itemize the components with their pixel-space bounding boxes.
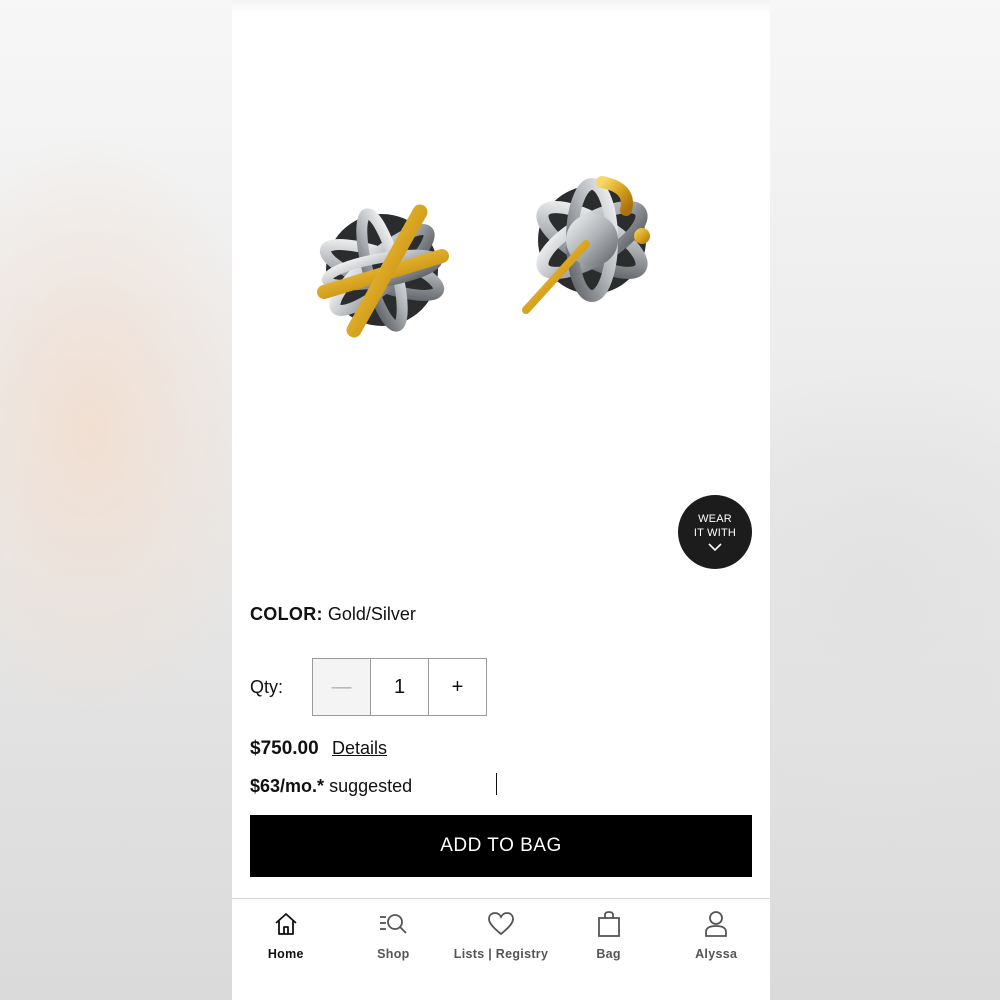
decrement-button[interactable]: — — [313, 659, 371, 715]
wear-it-with-label-line2: IT WITH — [693, 527, 737, 539]
nav-item-shop[interactable]: Shop — [340, 899, 448, 1000]
user-icon — [705, 911, 728, 937]
bag-icon — [597, 911, 620, 937]
nav-item-account[interactable]: Alyssa — [662, 899, 770, 1000]
wear-it-with-button[interactable]: WEAR IT WITH — [678, 495, 752, 569]
product-page: WEAR IT WITH COLOR: Gold/Silver Qty: — 1… — [232, 0, 770, 1000]
monthly-payment: $63/mo.* suggested — [250, 776, 412, 798]
color-value: Gold/Silver — [327, 604, 416, 624]
nav-label-home: Home — [267, 947, 304, 961]
nav-label-account: Alyssa — [695, 947, 738, 961]
color-selection: COLOR: Gold/Silver — [250, 604, 416, 625]
nav-item-home[interactable]: Home — [232, 899, 340, 1000]
product-image — [317, 176, 650, 338]
nav-label-bag: Bag — [596, 947, 621, 961]
add-to-bag-button[interactable]: ADD TO BAG — [250, 815, 752, 877]
home-icon — [275, 913, 297, 935]
text-cursor — [496, 773, 497, 795]
wear-it-with-label-line1: WEAR — [698, 513, 732, 525]
search-list-icon — [380, 914, 408, 934]
monthly-text: suggested — [329, 776, 413, 796]
heart-icon — [488, 912, 514, 936]
nav-label-shop: Shop — [377, 947, 410, 961]
quantity-value[interactable]: 1 — [371, 659, 429, 715]
color-label: COLOR: — [250, 604, 323, 624]
details-link[interactable]: Details — [332, 738, 387, 758]
quantity-stepper: — 1 + — [312, 658, 487, 716]
quantity-row: Qty: — 1 + — [250, 658, 487, 716]
nav-item-bag[interactable]: Bag — [555, 899, 663, 1000]
bottom-nav: Home Shop Lists | Registry Bag Alyssa — [232, 898, 770, 1000]
price-row: $750.00 Details — [250, 738, 387, 760]
monthly-amount: $63/mo.* — [250, 776, 325, 796]
increment-button[interactable]: + — [429, 659, 486, 715]
chevron-down-icon — [708, 543, 722, 552]
nav-label-lists-registry: Lists | Registry — [453, 947, 549, 961]
price: $750.00 — [250, 738, 319, 759]
nav-item-lists-registry[interactable]: Lists | Registry — [447, 899, 555, 1000]
qty-label: Qty: — [250, 676, 284, 697]
